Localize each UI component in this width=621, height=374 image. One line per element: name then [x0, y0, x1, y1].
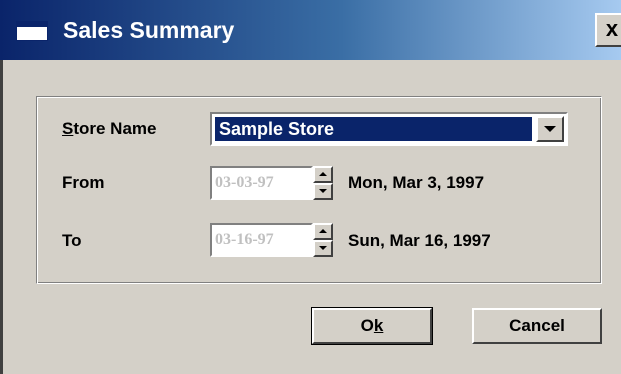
spin-down-icon[interactable] — [313, 183, 333, 200]
dropdown-arrow-icon[interactable] — [536, 116, 564, 142]
title-bar[interactable]: Sales Summary — [0, 0, 621, 60]
window-title: Sales Summary — [63, 17, 235, 43]
store-name-selected: Sample Store — [215, 117, 532, 141]
cancel-button[interactable]: Cancel — [472, 308, 602, 344]
store-name-label: Store Name — [62, 119, 156, 139]
from-label: From — [62, 173, 105, 192]
close-button[interactable]: x — [595, 13, 621, 47]
store-name-label-text: tore Name — [73, 119, 157, 138]
from-date-text: Mon, Mar 3, 1997 — [348, 173, 485, 192]
store-name-mnemonic: S — [62, 119, 74, 138]
store-name-dropdown[interactable]: Sample Store — [210, 112, 568, 146]
ok-mnemonic: k — [373, 316, 384, 335]
window-icon — [16, 21, 48, 41]
spin-down-icon[interactable] — [313, 240, 333, 257]
ok-label: O — [360, 316, 374, 335]
ok-button[interactable]: Ok — [311, 307, 433, 345]
to-label: To — [62, 231, 82, 250]
from-date-spinner[interactable] — [313, 166, 333, 200]
to-date-text: Sun, Mar 16, 1997 — [348, 231, 491, 250]
spin-up-icon[interactable] — [313, 223, 333, 240]
to-date-spinner[interactable] — [313, 223, 333, 257]
to-date-field[interactable]: 03-16-97 — [210, 223, 313, 257]
from-date-field[interactable]: 03-03-97 — [210, 166, 313, 200]
spin-up-icon[interactable] — [313, 166, 333, 183]
